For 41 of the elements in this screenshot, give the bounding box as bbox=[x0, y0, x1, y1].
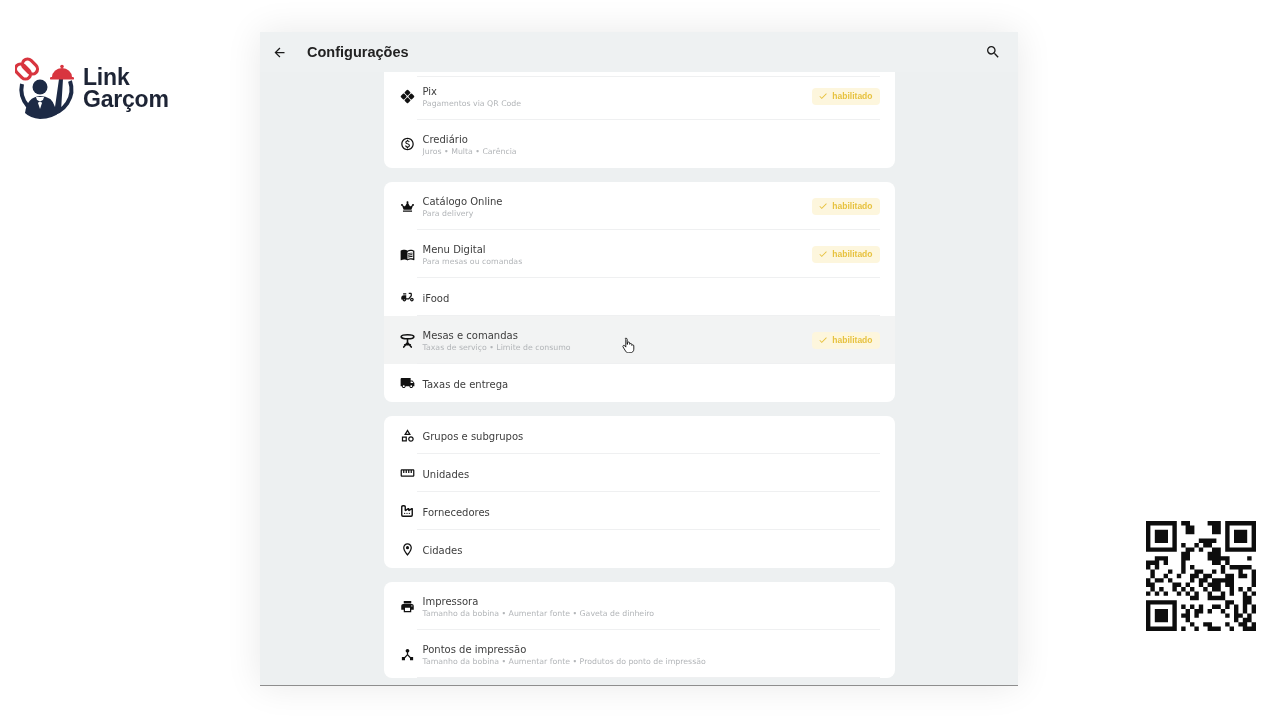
item-title: Catálogo Online bbox=[422, 196, 503, 207]
diamond-grid-icon bbox=[399, 88, 415, 104]
status-label: habilitado bbox=[832, 249, 873, 259]
factory-icon bbox=[400, 504, 414, 518]
settings-list-item[interactable]: Cidades bbox=[383, 530, 895, 568]
check-icon bbox=[818, 201, 829, 211]
table-icon bbox=[399, 332, 415, 348]
status-label: habilitado bbox=[832, 335, 873, 345]
settings-list-item[interactable]: iFood bbox=[383, 278, 895, 316]
waiter-logo-icon bbox=[15, 57, 77, 121]
page-title: Configurações bbox=[307, 44, 410, 60]
shapes-icon bbox=[399, 427, 415, 443]
settings-list-item[interactable]: Grupos e subgrupos bbox=[383, 416, 895, 454]
qr-code-icon bbox=[1146, 521, 1256, 631]
item-title: Unidades bbox=[422, 468, 470, 480]
item-title: Impressora bbox=[422, 596, 479, 607]
item-title: Taxas de entrega bbox=[422, 378, 509, 390]
status-label: habilitado bbox=[832, 201, 873, 211]
printer-icon bbox=[399, 598, 415, 614]
item-title: Menu Digital bbox=[422, 244, 486, 255]
brand-name: Link Garçom bbox=[83, 66, 169, 110]
item-title: Mesas e comandas bbox=[422, 330, 518, 341]
hand-cursor-icon bbox=[622, 337, 635, 353]
settings-list-item[interactable]: Taxas de entrega bbox=[383, 364, 895, 402]
check-icon bbox=[818, 335, 829, 345]
item-title: Cidades bbox=[422, 544, 463, 556]
item-title: Crediário bbox=[422, 134, 468, 145]
truck-icon bbox=[399, 375, 415, 391]
check-icon bbox=[818, 91, 829, 101]
settings-list-item[interactable]: Fornecedores bbox=[383, 492, 895, 530]
settings-list-item[interactable]: Unidades bbox=[383, 454, 895, 492]
hub-icon bbox=[399, 646, 415, 662]
crown-icon bbox=[400, 199, 414, 213]
search-icon bbox=[985, 44, 1001, 60]
item-title: iFood bbox=[422, 292, 450, 304]
item-title: Pontos de impressão bbox=[422, 644, 527, 655]
item-title: Pix bbox=[422, 86, 437, 97]
item-title: Grupos e subgrupos bbox=[422, 430, 524, 442]
check-icon bbox=[818, 249, 829, 259]
item-title: Fornecedores bbox=[422, 506, 490, 518]
status-label: habilitado bbox=[832, 91, 873, 101]
